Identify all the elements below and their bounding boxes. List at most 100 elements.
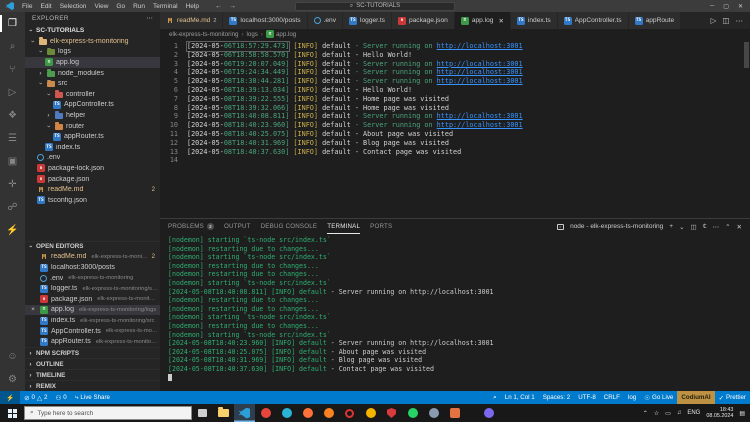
section-npm-scripts[interactable]: › NPM SCRIPTS bbox=[25, 347, 160, 358]
menu-run[interactable]: Run bbox=[129, 3, 149, 10]
tree-item-readMe.md[interactable]: MreadMe.md 2 bbox=[25, 184, 160, 195]
source-control-icon[interactable]: ⑂ bbox=[0, 58, 25, 81]
terminal-profile-label[interactable]: node - elk-express-ts-monitoring bbox=[570, 223, 663, 230]
open-editor-.env[interactable]: .env elk-express-ts-monitoring bbox=[25, 273, 160, 284]
breadcrumb-item-app.log[interactable]: ≡ app.log bbox=[265, 30, 296, 38]
breadcrumb-item-elk-express-ts-monitoring[interactable]: elk-express-ts-monitoring bbox=[169, 31, 238, 38]
tab-index.ts[interactable]: TS index.ts bbox=[510, 12, 558, 29]
chevron-down-icon[interactable]: ⌄ bbox=[679, 223, 684, 231]
menu-file[interactable]: File bbox=[18, 3, 36, 10]
chevron-up-icon[interactable]: ⌃ bbox=[643, 410, 648, 417]
open-editor-localhost:3000/posts[interactable]: TS localhost:3000/posts bbox=[25, 262, 160, 273]
minimize-icon[interactable]: ─ bbox=[710, 3, 714, 10]
discord-taskbar-icon[interactable] bbox=[478, 404, 499, 422]
codium-button[interactable]: CodiumAI bbox=[677, 391, 715, 404]
split-terminal-icon[interactable]: ◫ bbox=[691, 223, 697, 231]
new-terminal-icon[interactable]: + bbox=[669, 223, 673, 230]
security-shield-icon[interactable]: ☆ bbox=[654, 410, 659, 417]
live-share-button[interactable]: ⤷ Live Share bbox=[71, 391, 114, 404]
panel-tab-output[interactable]: OUTPUT bbox=[224, 219, 251, 234]
menu-terminal[interactable]: Terminal bbox=[149, 3, 182, 10]
indentation[interactable]: Spaces: 2 bbox=[539, 391, 575, 404]
tab-app.log[interactable]: ≡ app.log ✕ bbox=[454, 12, 511, 29]
outlook-taskbar-icon[interactable] bbox=[444, 404, 465, 422]
go-live-button[interactable]: ☉ Go Live bbox=[640, 391, 677, 404]
split-editor-icon[interactable]: ◫ bbox=[722, 16, 729, 25]
opera-taskbar-icon[interactable] bbox=[339, 404, 360, 422]
editor-scrollbar[interactable] bbox=[744, 42, 749, 68]
language-mode[interactable]: log bbox=[624, 391, 640, 404]
section-timeline[interactable]: › TIMELINE bbox=[25, 369, 160, 380]
menu-edit[interactable]: Edit bbox=[36, 3, 55, 10]
tree-item-AppController.ts[interactable]: TS AppController.ts bbox=[25, 100, 160, 111]
brave-taskbar-icon[interactable] bbox=[318, 404, 339, 422]
settings-icon[interactable]: ⚙ bbox=[0, 368, 25, 391]
workspace-root[interactable]: › SC-TUTORIALS bbox=[25, 25, 160, 36]
open-editor-package.json[interactable]: n package.json elk-express-ts-monitoring bbox=[25, 294, 160, 305]
tree-item-helper[interactable]: › helper bbox=[25, 110, 160, 121]
more-actions-icon[interactable]: ⋯ bbox=[146, 15, 153, 22]
more-actions-icon[interactable]: ⋯ bbox=[713, 223, 720, 231]
back-arrow-icon[interactable]: ← bbox=[215, 3, 222, 10]
tab-appRoute[interactable]: TS appRoute bbox=[628, 12, 682, 29]
vscode-taskbar-icon[interactable] bbox=[234, 404, 255, 422]
edge-taskbar-icon[interactable] bbox=[276, 404, 297, 422]
language-indicator[interactable]: ENG bbox=[687, 410, 700, 416]
tree-item-tsconfig.json[interactable]: TS tsconfig.json bbox=[25, 195, 160, 206]
firefox-taskbar-icon[interactable] bbox=[297, 404, 318, 422]
zoom-indicator[interactable]: ⌕ bbox=[489, 391, 501, 404]
open-editors-header[interactable]: › OPEN EDITORS bbox=[25, 240, 160, 252]
remote-indicator[interactable]: ⚡ bbox=[0, 391, 21, 404]
forward-arrow-icon[interactable]: → bbox=[229, 3, 236, 10]
panel-tab-ports[interactable]: PORTS bbox=[370, 219, 392, 234]
close-window-icon[interactable]: ✕ bbox=[738, 3, 743, 10]
problems-status[interactable]: ⊘ 0 △ 2 bbox=[20, 391, 51, 404]
participants-status[interactable]: ⚇ 0 bbox=[51, 391, 70, 404]
output-list-icon[interactable]: ☰ bbox=[0, 127, 25, 150]
task-view-taskbar-icon[interactable] bbox=[192, 404, 213, 422]
menu-help[interactable]: Help bbox=[182, 3, 203, 10]
tree-item-elk-express-ts-monitoring[interactable]: › elk-express-ts-monitoring bbox=[25, 36, 160, 47]
tree-item-.env[interactable]: .env bbox=[25, 153, 160, 164]
terminal-output[interactable]: [nodemon] starting `ts-node src/index.ts… bbox=[160, 234, 750, 391]
rest-client-icon[interactable]: ☍ bbox=[0, 196, 25, 219]
panel-tab-debug-console[interactable]: DEBUG CONSOLE bbox=[261, 219, 318, 234]
tree-item-appRouter.ts[interactable]: TS appRouter.ts bbox=[25, 131, 160, 142]
speaker-icon[interactable]: ♫ bbox=[677, 410, 682, 416]
tree-item-app.log[interactable]: ≡ app.log bbox=[25, 57, 160, 68]
section-remix[interactable]: › REMIX bbox=[25, 380, 160, 391]
eol-sequence[interactable]: CRLF bbox=[600, 391, 624, 404]
maximize-panel-icon[interactable]: ⌃ bbox=[725, 223, 730, 231]
open-editor-index.ts[interactable]: TS index.ts elk-express-ts-monitoring/src bbox=[25, 315, 160, 326]
skype-taskbar-icon[interactable] bbox=[423, 404, 444, 422]
open-editor-AppController.ts[interactable]: TSAppController.ts elk-express-ts-monito.… bbox=[25, 326, 160, 337]
tab-readMe.md[interactable]: MreadMe.md 2 bbox=[160, 12, 224, 29]
close-panel-icon[interactable]: ✕ bbox=[737, 223, 742, 231]
chrome-taskbar-icon[interactable] bbox=[255, 404, 276, 422]
command-search-box[interactable]: ⌕ SC-TUTORIALS bbox=[295, 1, 455, 11]
whatsapp-taskbar-icon[interactable] bbox=[402, 404, 423, 422]
open-editor-logger.ts[interactable]: TS logger.ts elk-express-ts-monitoring/src… bbox=[25, 283, 160, 294]
tab-.env[interactable]: .env bbox=[307, 12, 344, 29]
tab-localhost:3000/posts[interactable]: TS localhost:3000/posts bbox=[223, 12, 308, 29]
extensions-icon[interactable]: ❖ bbox=[0, 104, 25, 127]
open-editor-appRouter.ts[interactable]: TSappRouter.ts elk-express-ts-monitoring.… bbox=[25, 336, 160, 347]
tab-AppController.ts[interactable]: TS AppController.ts bbox=[557, 12, 629, 29]
breadcrumb[interactable]: elk-express-ts-monitoring › logs › ≡ app.log bbox=[160, 29, 750, 39]
tree-item-controller[interactable]: › controller bbox=[25, 89, 160, 100]
encoding[interactable]: UTF-8 bbox=[574, 391, 600, 404]
thunder-client-icon[interactable]: ⚡ bbox=[0, 219, 25, 242]
taskbar-search[interactable]: ⌕ Type here to search bbox=[24, 406, 192, 420]
live-preview-icon[interactable]: ▣ bbox=[0, 150, 25, 173]
action-center-icon[interactable]: ▤ bbox=[739, 410, 745, 417]
tree-item-package.json[interactable]: n package.json bbox=[25, 174, 160, 185]
close-icon[interactable]: × bbox=[29, 306, 37, 313]
panel-tab-problems[interactable]: PROBLEMS 2 bbox=[168, 219, 214, 234]
explorer-icon[interactable]: ❐ bbox=[0, 12, 25, 35]
chromium-taskbar-icon[interactable] bbox=[360, 404, 381, 422]
menu-view[interactable]: View bbox=[90, 3, 112, 10]
tree-item-node_modules[interactable]: › node_modules bbox=[25, 68, 160, 79]
search-icon[interactable]: ⌕ bbox=[0, 35, 25, 58]
run-debug-icon[interactable]: ▷ bbox=[0, 81, 25, 104]
maximize-icon[interactable]: ▢ bbox=[723, 3, 729, 10]
